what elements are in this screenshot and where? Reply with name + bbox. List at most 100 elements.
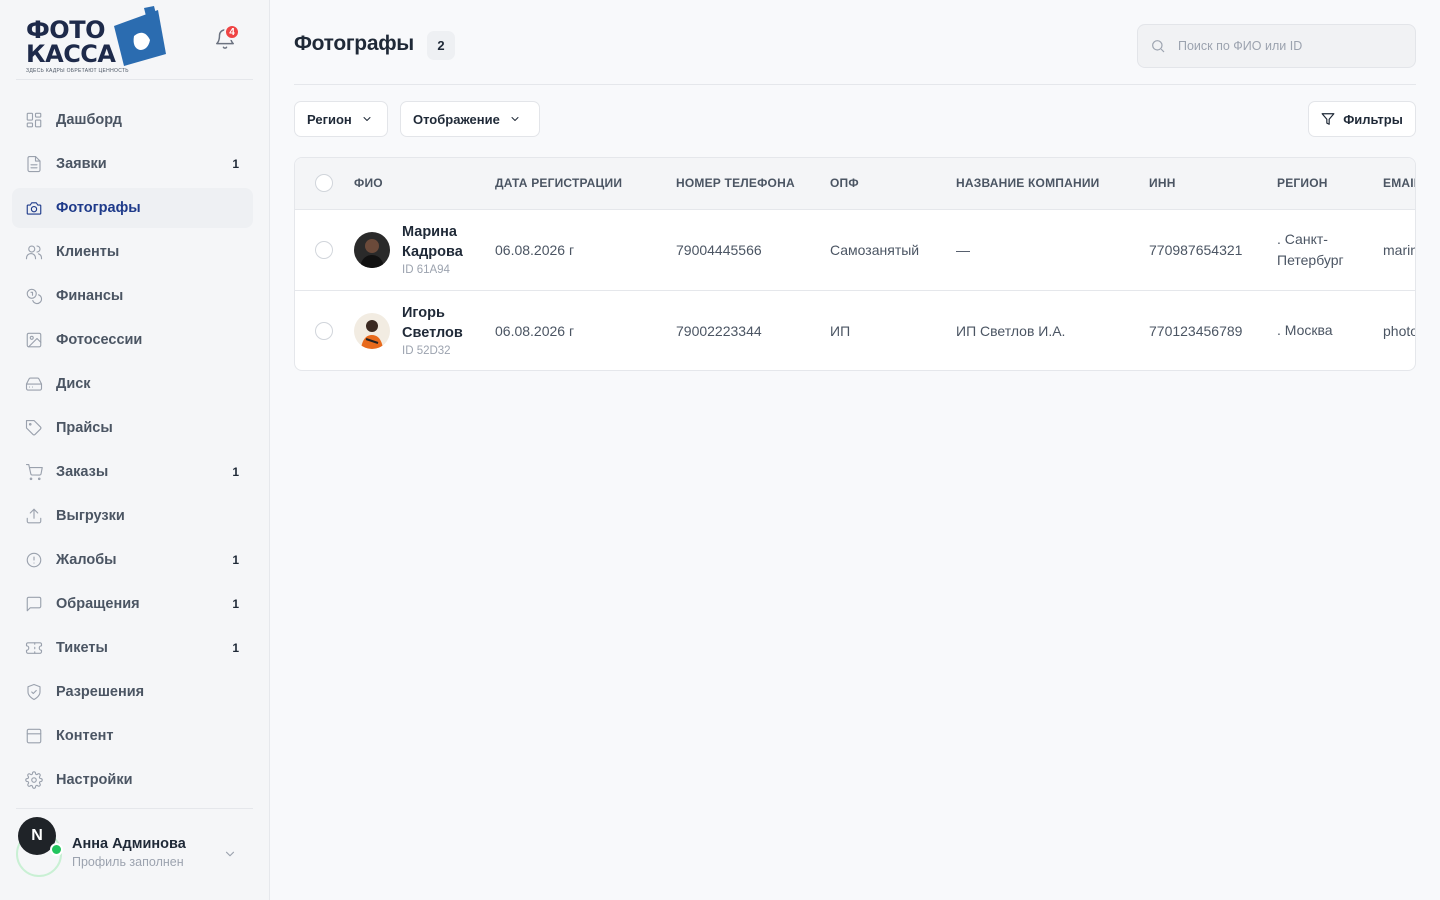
person-id: ID 61A94	[402, 264, 450, 276]
region-cell: . Санкт- Петербург	[1277, 209, 1383, 290]
toolbar: Регион Отображение Фильтры	[294, 101, 1416, 137]
column-header[interactable]: ФИО	[354, 158, 495, 209]
name-cell: Марина Кадрова ID 61A94	[354, 209, 495, 290]
table-row[interactable]: Марина Кадрова ID 61A94 06.08.2026 г 790…	[295, 209, 1415, 290]
sidebar-item-label: Дашборд	[56, 112, 122, 128]
coins-icon	[24, 286, 44, 306]
name-cell: Игорь Светлов ID 52D32	[354, 290, 495, 370]
select-all-cell	[295, 158, 354, 209]
user-status: Профиль заполнен	[72, 855, 184, 869]
table-row[interactable]: Игорь Светлов ID 52D32 06.08.2026 г 7900…	[295, 290, 1415, 370]
sidebar-item-clients[interactable]: Клиенты	[12, 232, 253, 272]
column-header[interactable]: РЕГИОН	[1277, 158, 1383, 209]
sidebar-item-label: Выгрузки	[56, 508, 125, 524]
logo-tagline: ЗДЕСЬ КАДРЫ ОБРЕТАЮТ ЦЕННОСТЬ	[26, 68, 129, 74]
page-header: Фотографы 2	[294, 0, 1416, 85]
chevron-down-icon[interactable]	[223, 847, 237, 861]
logo-camera-icon	[114, 6, 166, 66]
sidebar-item-finance[interactable]: Финансы	[12, 276, 253, 316]
sidebar-item-disk[interactable]: Диск	[12, 364, 253, 404]
sidebar-item-settings[interactable]: Настройки	[12, 760, 253, 800]
search-box[interactable]	[1137, 24, 1416, 68]
sidebar-item-permissions[interactable]: Разрешения	[12, 672, 253, 712]
sidebar-item-photographers[interactable]: Фотографы	[12, 188, 253, 228]
message-icon	[24, 594, 44, 614]
region-line: Петербург	[1277, 251, 1344, 268]
region-line: . Москва	[1277, 322, 1333, 339]
notification-badge: 4	[224, 24, 240, 40]
upload-icon	[24, 506, 44, 526]
sidebar-item-label: Контент	[56, 728, 114, 744]
sidebar-item-label: Обращения	[56, 596, 140, 612]
person-first-name[interactable]: Марина	[402, 222, 463, 242]
logo-text-line1: ФОТО	[26, 16, 105, 44]
sidebar-item-exports[interactable]: Выгрузки	[12, 496, 253, 536]
sidebar-item-orders[interactable]: Заказы 1	[12, 452, 253, 492]
chevron-down-icon	[363, 117, 371, 121]
gear-icon	[24, 770, 44, 790]
email-cell: marina.kadrova@example.com	[1383, 241, 1415, 258]
inn-cell: 770987654321	[1149, 241, 1243, 258]
person-first-name[interactable]: Игорь	[402, 303, 463, 323]
row-select-cell	[295, 290, 354, 370]
logo[interactable]: ФОТО КАССА ЗДЕСЬ КАДРЫ ОБРЕТАЮТ ЦЕННОСТЬ	[26, 6, 168, 76]
date-cell: 06.08.2026 г	[495, 322, 575, 339]
filters-button-label: Фильтры	[1343, 111, 1403, 127]
filter-icon	[1321, 113, 1335, 125]
sidebar-item-label: Диск	[56, 376, 91, 392]
avatar	[354, 231, 390, 268]
sidebar-item-label: Фотосессии	[56, 332, 143, 348]
count-badge: 2	[427, 31, 455, 60]
sidebar-item-content[interactable]: Контент	[12, 716, 253, 756]
view-dropdown[interactable]: Отображение	[400, 101, 540, 137]
cart-icon	[24, 462, 44, 482]
sidebar-item-label: Разрешения	[56, 684, 145, 700]
column-header[interactable]: ДАТА РЕГИСТРАЦИИ	[495, 158, 676, 209]
view-dropdown-label: Отображение	[413, 111, 500, 127]
chevron-down-icon	[511, 117, 519, 121]
person-id: ID 52D32	[402, 345, 451, 358]
sidebar-item-label: Финансы	[56, 288, 124, 304]
sidebar-item-count: 1	[232, 597, 239, 611]
row-checkbox[interactable]	[315, 240, 333, 259]
sidebar-item-label: Заявки	[56, 156, 107, 172]
sidebar-item-appeals[interactable]: Обращения 1	[12, 584, 253, 624]
shield-icon	[24, 682, 44, 702]
column-header[interactable]: ОПФ	[830, 158, 956, 209]
sidebar-item-label: Тикеты	[56, 640, 108, 656]
sidebar-item-label: Фотографы	[56, 200, 141, 216]
search-icon	[1152, 40, 1165, 53]
person-last-name[interactable]: Кадрова	[402, 242, 463, 262]
sidebar-item-tickets[interactable]: Тикеты 1	[12, 628, 253, 668]
user-profile[interactable]: N Анна Админова Профиль заполнен	[16, 808, 253, 900]
opf-cell: Самозанятый	[830, 241, 920, 258]
sidebar-item-prices[interactable]: Прайсы	[12, 408, 253, 448]
sidebar-item-requests[interactable]: Заявки 1	[12, 144, 253, 184]
search-input[interactable]	[1178, 25, 1408, 67]
sidebar-item-count: 1	[232, 157, 239, 171]
filters-button[interactable]: Фильтры	[1308, 101, 1416, 137]
column-header[interactable]: НОМЕР ТЕЛЕФОНА	[676, 158, 830, 209]
sidebar-item-photosessions[interactable]: Фотосессии	[12, 320, 253, 360]
sidebar-item-label: Жалобы	[56, 552, 117, 568]
company-cell: —	[956, 241, 970, 258]
region-line: . Санкт-	[1277, 230, 1328, 247]
select-all-checkbox[interactable]	[315, 174, 333, 193]
person-last-name[interactable]: Светлов	[402, 323, 463, 343]
column-header[interactable]: НАЗВАНИЕ КОМПАНИИ	[956, 158, 1149, 209]
sidebar-item-complaints[interactable]: Жалобы 1	[12, 540, 253, 580]
opf-cell: ИП	[830, 322, 851, 339]
main-content: Фотографы 2 Регион Отображение Фильтры	[270, 0, 1440, 900]
region-dropdown[interactable]: Регион	[294, 101, 388, 137]
table-header-row: ФИО ДАТА РЕГИСТРАЦИИ НОМЕР ТЕЛЕФОНА ОПФ …	[295, 158, 1415, 209]
phone-cell: 79002223344	[676, 322, 762, 339]
column-header[interactable]: ИНН	[1149, 158, 1277, 209]
sidebar: ФОТО КАССА ЗДЕСЬ КАДРЫ ОБРЕТАЮТ ЦЕННОСТЬ…	[0, 0, 270, 900]
sidebar-item-dashboard[interactable]: Дашборд	[12, 100, 253, 140]
logo-row: ФОТО КАССА ЗДЕСЬ КАДРЫ ОБРЕТАЮТ ЦЕННОСТЬ…	[16, 0, 253, 80]
column-header[interactable]: EMAIL	[1383, 158, 1415, 209]
grid-icon	[24, 110, 44, 130]
drive-icon	[24, 374, 44, 394]
row-checkbox[interactable]	[315, 321, 333, 340]
ticket-icon	[24, 638, 44, 658]
